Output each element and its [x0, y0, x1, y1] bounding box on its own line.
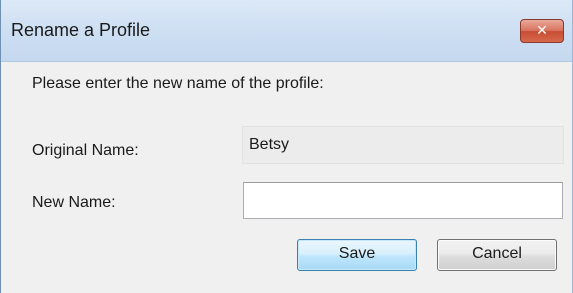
- instruction-text: Please enter the new name of the profile…: [32, 75, 324, 92]
- original-name-value: Betsy: [249, 136, 290, 153]
- original-name-field: Betsy: [242, 126, 564, 164]
- dialog-body: Please enter the new name of the profile…: [1, 62, 572, 293]
- new-name-input[interactable]: [243, 182, 563, 219]
- rename-profile-dialog: Rename a Profile ✕ Please enter the new …: [0, 0, 573, 293]
- title-bar: Rename a Profile ✕: [1, 0, 572, 62]
- dialog-title: Rename a Profile: [11, 20, 151, 40]
- original-name-label: Original Name:: [32, 142, 139, 159]
- close-icon: ✕: [536, 23, 548, 39]
- save-button[interactable]: Save: [297, 239, 417, 271]
- close-button[interactable]: ✕: [520, 19, 564, 43]
- new-name-label: New Name:: [32, 194, 116, 211]
- cancel-button[interactable]: Cancel: [437, 239, 557, 271]
